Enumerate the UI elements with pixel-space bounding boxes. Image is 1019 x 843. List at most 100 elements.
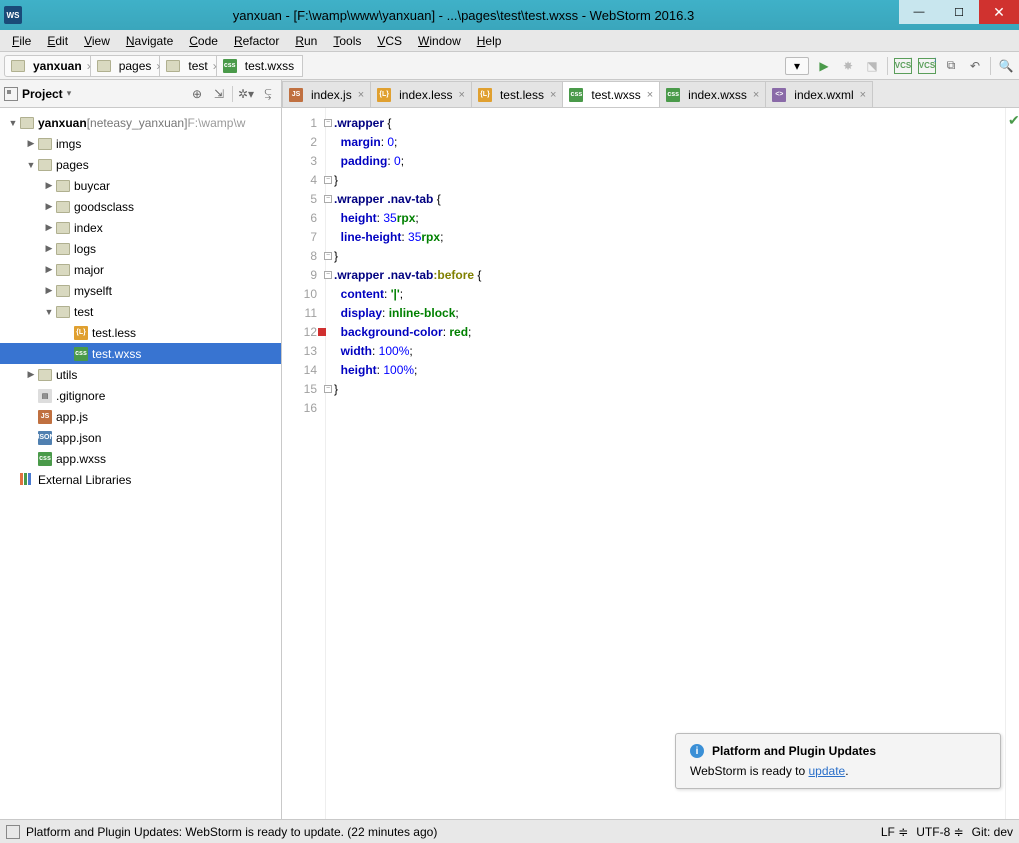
maximize-button[interactable]: ☐	[939, 0, 979, 24]
debug-icon[interactable]: ✸	[839, 57, 857, 75]
code-line[interactable]: content: '|';	[334, 285, 1005, 304]
tree-item[interactable]: ▶goodsclass	[0, 196, 281, 217]
code-line[interactable]: display: inline-block;	[334, 304, 1005, 323]
inspection-gutter[interactable]: ✔	[1005, 108, 1019, 834]
code-line[interactable]: −.wrapper .nav-tab:before {	[334, 266, 1005, 285]
close-tab-icon[interactable]: ×	[647, 89, 653, 101]
editor-tab[interactable]: cssindex.wxss×	[659, 81, 766, 107]
line-number[interactable]: 6	[282, 209, 317, 228]
breadcrumb[interactable]: yanxuanpagestestcsstest.wxss	[4, 55, 303, 77]
history-icon[interactable]: ⧉	[942, 57, 960, 75]
revert-icon[interactable]: ↶	[966, 57, 984, 75]
line-number[interactable]: 12	[282, 323, 317, 342]
code-line[interactable]: −}	[334, 247, 1005, 266]
tree-item[interactable]: ▶imgs	[0, 133, 281, 154]
code-line[interactable]	[334, 399, 1005, 418]
minimize-button[interactable]: —	[899, 0, 939, 24]
menu-help[interactable]: Help	[471, 32, 508, 50]
project-tree[interactable]: ▼yanxuan [neteasy_yanxuan] F:\wamp\w▶img…	[0, 108, 281, 834]
tree-item[interactable]: ▶buycar	[0, 175, 281, 196]
fold-end-icon[interactable]: −	[324, 385, 332, 393]
line-number[interactable]: 9	[282, 266, 317, 285]
breakpoint-icon[interactable]	[318, 328, 326, 336]
close-tab-icon[interactable]: ×	[459, 89, 465, 101]
menu-tools[interactable]: Tools	[327, 32, 367, 50]
tree-item[interactable]: ▶utils	[0, 364, 281, 385]
close-tab-icon[interactable]: ×	[753, 89, 759, 101]
tree-item[interactable]: ▼test	[0, 301, 281, 322]
line-number[interactable]: 10	[282, 285, 317, 304]
search-icon[interactable]: 🔍	[997, 57, 1015, 75]
tree-item[interactable]: csstest.wxss	[0, 343, 281, 364]
menu-file[interactable]: File	[6, 32, 37, 50]
menu-view[interactable]: View	[78, 32, 116, 50]
fold-end-icon[interactable]: −	[324, 252, 332, 260]
code-line[interactable]: width: 100%;	[334, 342, 1005, 361]
code-line[interactable]: height: 35rpx;	[334, 209, 1005, 228]
fold-end-icon[interactable]: −	[324, 176, 332, 184]
scroll-from-source-icon[interactable]: ⊕	[188, 85, 206, 103]
close-button[interactable]: ✕	[979, 0, 1019, 24]
breadcrumb-segment[interactable]: yanxuan	[4, 55, 91, 77]
line-number[interactable]: 3	[282, 152, 317, 171]
fold-icon[interactable]: −	[324, 271, 332, 279]
code-line[interactable]: height: 100%;	[334, 361, 1005, 380]
close-tab-icon[interactable]: ×	[550, 89, 556, 101]
breadcrumb-segment[interactable]: csstest.wxss	[217, 55, 303, 77]
editor-tab[interactable]: csstest.wxss×	[562, 81, 660, 107]
line-number[interactable]: 8	[282, 247, 317, 266]
run-config-dropdown[interactable]: ▾	[785, 57, 809, 75]
line-number[interactable]: 4	[282, 171, 317, 190]
tool-window-toggle-icon[interactable]	[6, 825, 20, 839]
menu-refactor[interactable]: Refactor	[228, 32, 285, 50]
vcs-commit-icon[interactable]: VCS	[918, 58, 936, 74]
code-line[interactable]: line-height: 35rpx;	[334, 228, 1005, 247]
code-line[interactable]: −.wrapper .nav-tab {	[334, 190, 1005, 209]
tree-item[interactable]: ▶major	[0, 259, 281, 280]
editor-tab[interactable]: {L}test.less×	[471, 81, 563, 107]
line-number[interactable]: 14	[282, 361, 317, 380]
editor-tab[interactable]: JSindex.js×	[282, 81, 371, 107]
breadcrumb-segment[interactable]: test	[160, 55, 216, 77]
code-line[interactable]: background-color: red;	[334, 323, 1005, 342]
tree-item[interactable]: JSONapp.json	[0, 427, 281, 448]
code-line[interactable]: −.wrapper {	[334, 114, 1005, 133]
project-panel-title[interactable]: Project	[22, 87, 63, 101]
editor-tab[interactable]: <>index.wxml×	[765, 81, 873, 107]
hide-panel-icon[interactable]: ⥹	[259, 85, 277, 103]
line-separator[interactable]: LF ≑	[881, 825, 908, 839]
menu-edit[interactable]: Edit	[41, 32, 74, 50]
line-number[interactable]: 13	[282, 342, 317, 361]
tree-item[interactable]: ▶myselft	[0, 280, 281, 301]
menu-vcs[interactable]: VCS	[371, 32, 408, 50]
gear-icon[interactable]: ✲▾	[237, 85, 255, 103]
close-tab-icon[interactable]: ×	[358, 89, 364, 101]
tree-item[interactable]: ▶logs	[0, 238, 281, 259]
fold-icon[interactable]: −	[324, 195, 332, 203]
line-number[interactable]: 1	[282, 114, 317, 133]
code-line[interactable]: padding: 0;	[334, 152, 1005, 171]
tree-item[interactable]: JSapp.js	[0, 406, 281, 427]
tree-root[interactable]: ▼yanxuan [neteasy_yanxuan] F:\wamp\w	[0, 112, 281, 133]
coverage-icon[interactable]: ⬔	[863, 57, 881, 75]
menu-code[interactable]: Code	[183, 32, 224, 50]
code-line[interactable]: −}	[334, 380, 1005, 399]
fold-icon[interactable]: −	[324, 119, 332, 127]
editor-tab[interactable]: {L}index.less×	[370, 81, 472, 107]
code-editor[interactable]: 12345678910111213141516 −.wrapper { marg…	[282, 108, 1019, 834]
menu-window[interactable]: Window	[412, 32, 467, 50]
tree-item[interactable]: ▼pages	[0, 154, 281, 175]
update-notification[interactable]: i Platform and Plugin Updates WebStorm i…	[675, 733, 1001, 789]
collapse-all-icon[interactable]: ⇲	[210, 85, 228, 103]
line-number[interactable]: 7	[282, 228, 317, 247]
vcs-update-icon[interactable]: VCS	[894, 58, 912, 74]
line-gutter[interactable]: 12345678910111213141516	[282, 108, 326, 834]
tree-item[interactable]: cssapp.wxss	[0, 448, 281, 469]
git-branch[interactable]: Git: dev	[972, 825, 1013, 839]
line-number[interactable]: 15	[282, 380, 317, 399]
code-line[interactable]: −}	[334, 171, 1005, 190]
close-tab-icon[interactable]: ×	[860, 89, 866, 101]
line-number[interactable]: 16	[282, 399, 317, 418]
tree-item[interactable]: {L}test.less	[0, 322, 281, 343]
breadcrumb-segment[interactable]: pages	[91, 55, 161, 77]
